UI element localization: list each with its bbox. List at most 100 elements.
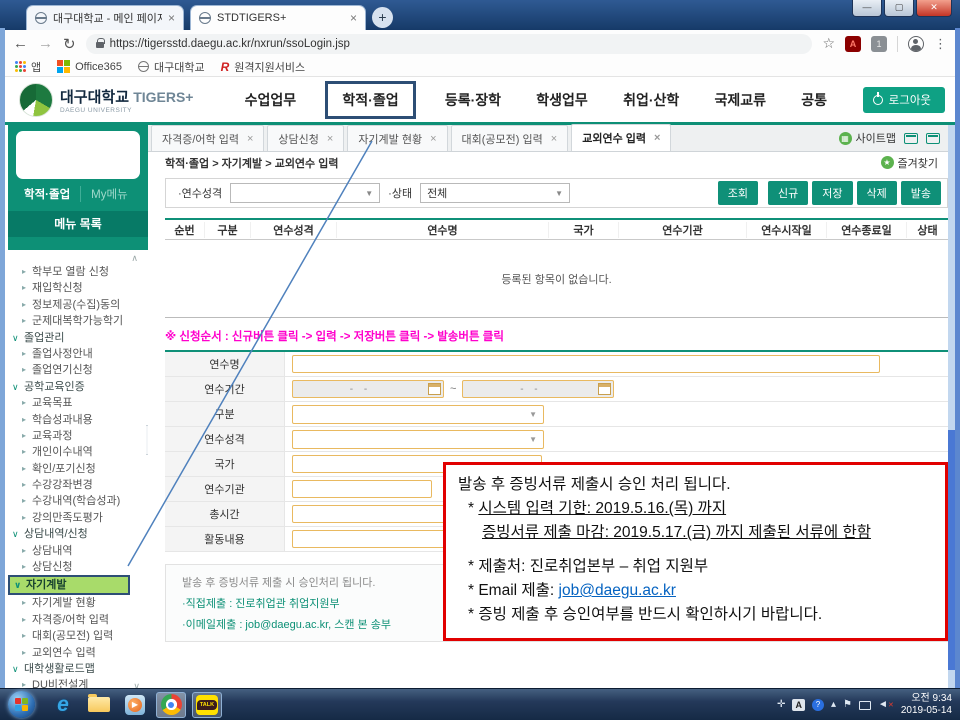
- address-bar[interactable]: https://tigersstd.daegu.ac.kr/nxrun/ssoL…: [86, 34, 813, 54]
- popup-window-icon[interactable]: [904, 133, 918, 144]
- tab-close-icon[interactable]: ×: [327, 133, 333, 145]
- sidebar-item[interactable]: 학부모 열람 신청: [8, 264, 148, 280]
- sidebar-item[interactable]: 재입학신청: [8, 280, 148, 296]
- nav-registration-scholarship[interactable]: 등록·장학: [439, 82, 507, 118]
- sidebar-group[interactable]: 대학생활로드맵: [8, 661, 148, 677]
- filter-status-select[interactable]: 전체 ▼: [420, 183, 570, 203]
- workspace-tab-active[interactable]: 교외연수 입력 ×: [571, 124, 671, 151]
- action-center-flag-icon[interactable]: ⚑: [843, 699, 852, 710]
- workspace-tab[interactable]: 자기계발 현황 ×: [347, 125, 447, 151]
- period-end-date-input[interactable]: - -: [462, 380, 614, 398]
- email-link[interactable]: job@daegu.ac.kr: [559, 582, 676, 599]
- volume-muted-icon[interactable]: ◄: [878, 699, 888, 710]
- search-button[interactable]: 조회: [718, 181, 758, 205]
- show-hidden-icons-arrow[interactable]: ▴: [831, 699, 836, 710]
- tab-close-icon[interactable]: ×: [247, 133, 253, 145]
- browser-menu-icon[interactable]: ⋮: [934, 36, 947, 52]
- sidebar-item[interactable]: 강의만족도평가: [8, 510, 148, 526]
- sidebar-tab-mymenu[interactable]: My메뉴: [81, 186, 138, 202]
- nav-records-graduation[interactable]: 학적·졸업: [325, 81, 415, 119]
- browser-tab-daegu-main[interactable]: 대구대학교 - 메인 페이지 ×: [26, 5, 184, 30]
- filter-training-type-select[interactable]: ▼: [230, 183, 380, 203]
- sidebar-item[interactable]: 학습성과내용: [8, 412, 148, 428]
- send-button[interactable]: 발송: [901, 181, 941, 205]
- new-button[interactable]: 신규: [768, 181, 808, 205]
- tab-close-icon[interactable]: ×: [551, 133, 557, 145]
- bookmark-star-icon[interactable]: ☆: [822, 35, 835, 52]
- nav-international[interactable]: 국제교류: [709, 82, 773, 118]
- sidebar-item[interactable]: 개인이수내역: [8, 444, 148, 460]
- menu-scroll-up-icon[interactable]: ∧: [8, 254, 148, 264]
- tab-close-icon[interactable]: ×: [350, 11, 357, 25]
- tray-tool-icon[interactable]: ✛: [777, 699, 785, 710]
- tab-close-icon[interactable]: ×: [168, 11, 175, 25]
- chrome-taskbar-icon[interactable]: [156, 692, 186, 718]
- help-tray-icon[interactable]: ?: [812, 699, 824, 711]
- sidebar-item[interactable]: 자기계발 현황: [8, 595, 148, 611]
- calendar-icon[interactable]: [598, 383, 611, 395]
- bookmark-office365[interactable]: Office365: [57, 60, 122, 73]
- nav-employment[interactable]: 취업·산학: [617, 82, 685, 118]
- ime-language-indicator[interactable]: A: [792, 699, 805, 711]
- kakaotalk-taskbar-icon[interactable]: TALK: [192, 692, 222, 718]
- period-start-date-input[interactable]: - -: [292, 380, 444, 398]
- bookmark-daegu-univ[interactable]: 대구대학교: [138, 59, 205, 75]
- calendar-icon[interactable]: [428, 383, 441, 395]
- nav-classes[interactable]: 수업업무: [239, 82, 303, 118]
- delete-button[interactable]: 삭제: [857, 181, 897, 205]
- media-player-icon[interactable]: ▶: [120, 692, 150, 718]
- sidebar-item[interactable]: 상담내역: [8, 543, 148, 559]
- institute-input[interactable]: [292, 480, 432, 498]
- sidebar-item[interactable]: 교육목표: [8, 395, 148, 411]
- browser-tab-stdtigers[interactable]: STDTIGERS+ ×: [190, 5, 366, 30]
- tab-close-icon[interactable]: ×: [654, 132, 660, 144]
- sidebar-tab-records[interactable]: 학적·졸업: [16, 186, 81, 202]
- bookmark-apps[interactable]: 앱: [15, 59, 41, 75]
- sidebar-item-external-training[interactable]: 교외연수 입력: [8, 645, 148, 661]
- nav-student-affairs[interactable]: 학생업무: [530, 82, 594, 118]
- taskbar-clock[interactable]: 오전 9:34 2019-05-14: [895, 693, 952, 717]
- page-scrollbar-thumb[interactable]: [948, 430, 955, 670]
- new-window-icon[interactable]: [926, 133, 940, 144]
- workspace-tab[interactable]: 자격증/어학 입력 ×: [151, 125, 264, 151]
- training-type-select[interactable]: ▼: [292, 430, 544, 449]
- sidebar-group[interactable]: 상담내역/신청: [8, 526, 148, 542]
- nav-common[interactable]: 공통: [795, 82, 833, 118]
- tab-close-icon[interactable]: ×: [430, 133, 436, 145]
- bookmark-remote-support[interactable]: R 원격지원서비스: [221, 59, 306, 75]
- window-minimize-button[interactable]: —: [852, 0, 882, 17]
- sidebar-item[interactable]: 수강내역(학습성과): [8, 493, 148, 509]
- logout-button[interactable]: 로그아웃: [863, 87, 945, 113]
- start-button[interactable]: [8, 691, 35, 718]
- sidebar-group[interactable]: 졸업관리: [8, 330, 148, 346]
- category-select[interactable]: ▼: [292, 405, 544, 424]
- sidebar-item[interactable]: 확인/포기신청: [8, 461, 148, 477]
- sidebar-item[interactable]: 군제대복학가능학기: [8, 313, 148, 329]
- pdf-extension-icon[interactable]: A: [845, 36, 861, 52]
- sidebar-item[interactable]: 상담신청: [8, 559, 148, 575]
- reload-button[interactable]: ↻: [63, 35, 76, 53]
- sidebar-item[interactable]: 졸업사정안내: [8, 346, 148, 362]
- window-maximize-button[interactable]: ▢: [884, 0, 914, 17]
- new-tab-button[interactable]: +: [372, 7, 393, 28]
- sidebar-item[interactable]: 정보제공(수집)동의: [8, 297, 148, 313]
- sidebar-item[interactable]: 자격증/어학 입력: [8, 612, 148, 628]
- internet-explorer-icon[interactable]: e: [48, 692, 78, 718]
- training-name-input[interactable]: [292, 355, 880, 373]
- save-button[interactable]: 저장: [812, 181, 852, 205]
- sidebar-item[interactable]: 수강강좌변경: [8, 477, 148, 493]
- browser-profile-icon[interactable]: [908, 36, 924, 52]
- sidebar-item[interactable]: 교육과정: [8, 428, 148, 444]
- sitemap-link[interactable]: ▦ 사이트맵: [839, 130, 896, 146]
- sidebar-group[interactable]: 공학교육인증: [8, 379, 148, 395]
- sidebar-group-self-development[interactable]: 자기계발: [8, 575, 130, 595]
- window-close-button[interactable]: ✕: [916, 0, 952, 17]
- sidebar-item[interactable]: 졸업연기신청: [8, 362, 148, 378]
- file-explorer-icon[interactable]: [84, 692, 114, 718]
- forward-button[interactable]: →: [38, 35, 53, 52]
- extension-icon[interactable]: 1: [871, 36, 887, 52]
- network-icon[interactable]: [859, 701, 871, 710]
- sidebar-item[interactable]: 대회(공모전) 입력: [8, 628, 148, 644]
- workspace-tab[interactable]: 상담신청 ×: [267, 125, 344, 151]
- favorites-link[interactable]: ★ 즐겨찾기: [881, 155, 938, 171]
